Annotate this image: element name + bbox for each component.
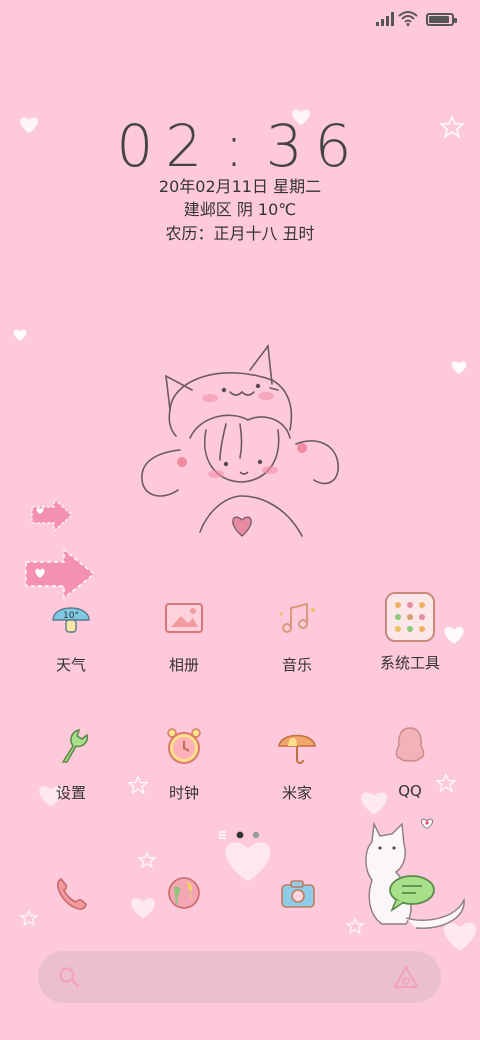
date-text: 20年02月11日 星期二 bbox=[158, 177, 322, 196]
wallpaper-girl-illustration bbox=[141, 343, 339, 537]
messages-cat-icon[interactable] bbox=[356, 818, 468, 932]
search-icon[interactable] bbox=[58, 966, 80, 988]
clock-minute: 36 bbox=[265, 112, 364, 180]
page-indicator[interactable] bbox=[218, 830, 264, 840]
app-weather[interactable]: 10° 天气 bbox=[21, 596, 121, 675]
app-label: 音乐 bbox=[281, 656, 312, 674]
battery-icon bbox=[426, 13, 457, 26]
app-label: 设置 bbox=[55, 784, 86, 802]
clock-widget[interactable]: 02:36 bbox=[0, 112, 480, 180]
clock-hour: 02 bbox=[116, 112, 215, 180]
weather-badge: 10° bbox=[63, 611, 79, 621]
app-qq[interactable]: QQ bbox=[360, 724, 460, 800]
lunar-date-text: 农历：正月十八 丑时 bbox=[165, 224, 315, 243]
weather-mushroom-icon: 10° bbox=[52, 607, 90, 633]
app-label: 系统工具 bbox=[379, 654, 440, 672]
arrow-decoration-icon bbox=[25, 548, 96, 600]
heart-decoration-icon bbox=[131, 898, 155, 919]
settings-wrench-icon bbox=[61, 728, 89, 763]
assistant-icon[interactable] bbox=[393, 965, 419, 989]
wifi-icon bbox=[398, 11, 418, 26]
camera-icon[interactable] bbox=[278, 874, 318, 914]
page-indicator-menu-icon bbox=[219, 831, 226, 839]
qq-penguin-icon bbox=[395, 727, 425, 762]
app-music[interactable]: 音乐 bbox=[247, 596, 347, 675]
search-bar[interactable] bbox=[38, 951, 441, 1003]
app-label: 米家 bbox=[281, 784, 312, 802]
alarm-clock-icon bbox=[167, 728, 201, 764]
gallery-icon bbox=[165, 603, 203, 633]
app-system-tools-folder[interactable]: 系统工具 bbox=[360, 592, 460, 673]
app-label: 天气 bbox=[55, 656, 86, 674]
app-gallery[interactable]: 相册 bbox=[134, 596, 234, 675]
heart-decoration-icon bbox=[451, 361, 467, 375]
app-label: 相册 bbox=[168, 656, 199, 674]
page-indicator-active-dot bbox=[236, 831, 244, 839]
umbrella-icon bbox=[278, 734, 316, 764]
clock-separator: : bbox=[224, 112, 256, 180]
app-label: QQ bbox=[398, 782, 422, 800]
app-settings[interactable]: 设置 bbox=[21, 724, 121, 803]
battery-level bbox=[429, 16, 449, 23]
signal-icon bbox=[376, 12, 394, 26]
page-indicator-dot bbox=[252, 831, 260, 839]
music-icon bbox=[279, 602, 315, 633]
app-mijia[interactable]: 米家 bbox=[247, 724, 347, 803]
heart-decoration-icon bbox=[13, 329, 27, 341]
weather-text: 建邺区 阴 10℃ bbox=[183, 200, 297, 219]
browser-icon[interactable] bbox=[164, 873, 204, 913]
phone-icon[interactable] bbox=[51, 873, 91, 913]
heart-decoration-icon bbox=[225, 842, 271, 882]
arrow-decoration-icon bbox=[31, 498, 73, 532]
star-decoration-icon bbox=[20, 910, 38, 926]
app-clock[interactable]: 时钟 bbox=[134, 724, 234, 803]
app-label: 时钟 bbox=[168, 784, 199, 802]
status-bar bbox=[0, 0, 480, 40]
system-tools-folder-icon bbox=[385, 592, 435, 642]
star-decoration-icon bbox=[138, 852, 156, 868]
